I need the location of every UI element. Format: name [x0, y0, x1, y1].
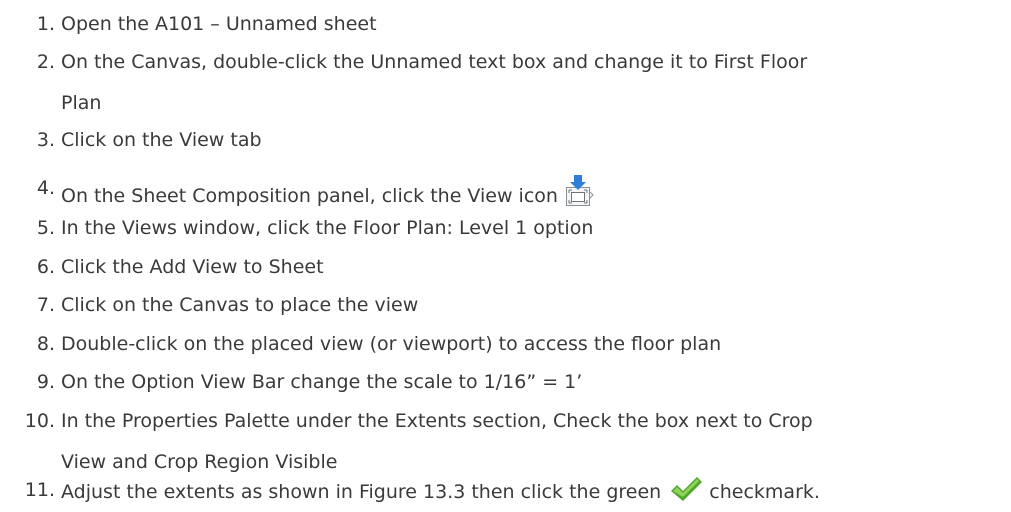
step-number: 10.: [24, 410, 55, 432]
step-text: Double-click on the placed view (or view…: [61, 333, 722, 355]
step-text: In the Views window, click the Floor Pla…: [61, 217, 594, 239]
step-text: On the Option View Bar change the scale …: [61, 371, 583, 393]
step-number: 11.: [24, 479, 55, 501]
view-place-icon: [560, 174, 596, 216]
step-text: Open the A101 – Unnamed sheet: [61, 13, 377, 35]
step-text: On the Sheet Composition panel, click th…: [61, 174, 1011, 216]
green-checkmark-icon: [669, 476, 703, 512]
step-text: In the Properties Palette under the Exte…: [61, 410, 813, 473]
step-text: On the Canvas, double-click the Unnamed …: [61, 51, 808, 114]
step-number: 1.: [36, 13, 55, 35]
step-number: 3.: [36, 129, 55, 151]
step-number: 6.: [36, 256, 55, 278]
step-number: 2.: [36, 51, 55, 73]
step-text: Click the Add View to Sheet: [61, 256, 324, 278]
step-text: Click on the View tab: [61, 129, 262, 151]
step-number: 5.: [36, 217, 55, 239]
step-number: 7.: [36, 294, 55, 316]
step-number: 9.: [36, 371, 55, 393]
step-text: Adjust the extents as shown in Figure 13…: [61, 476, 1011, 512]
step-number: 4.: [36, 177, 55, 199]
step-number: 8.: [36, 333, 55, 355]
step-text: Click on the Canvas to place the view: [61, 294, 419, 316]
